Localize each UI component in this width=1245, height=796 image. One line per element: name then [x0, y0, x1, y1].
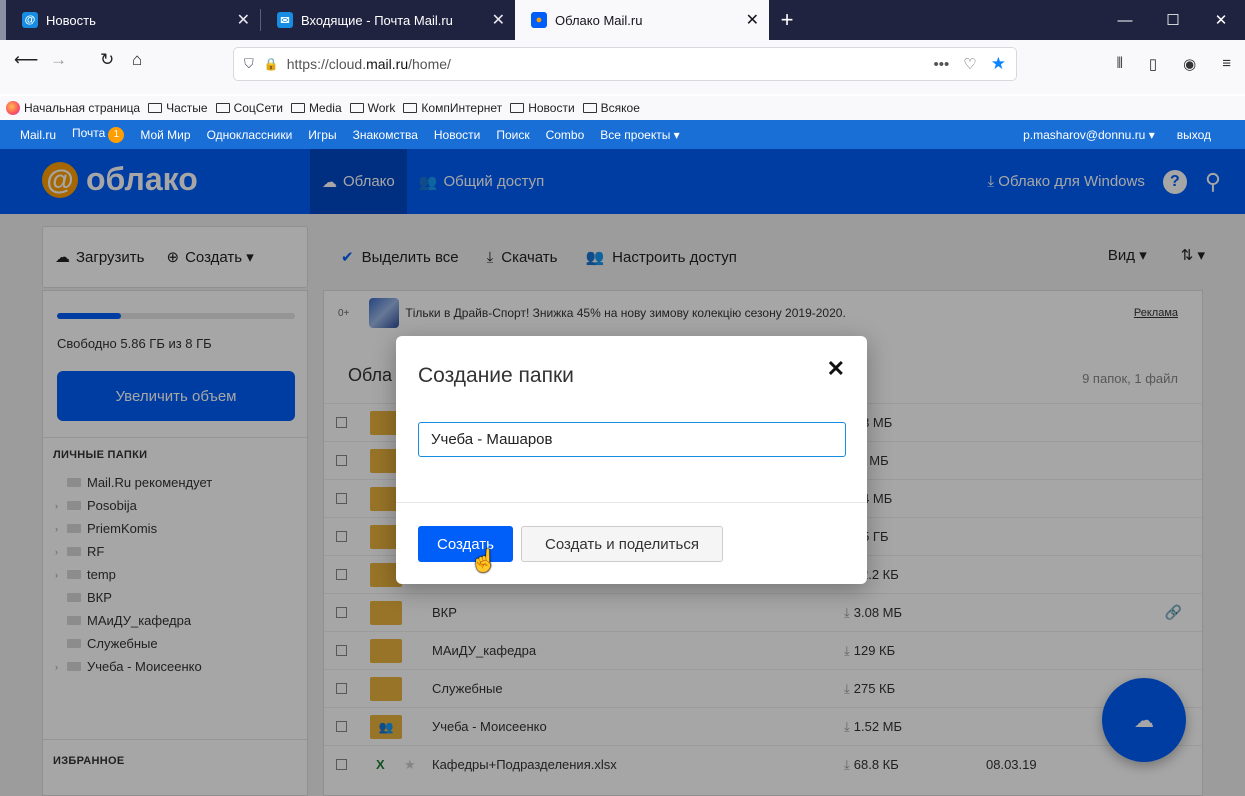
portal-link[interactable]: Мой Мир	[140, 128, 190, 142]
tab-title: Новость	[46, 12, 96, 28]
page-actions-icon[interactable]: •••	[934, 56, 950, 73]
close-icon[interactable]: ✕	[492, 10, 505, 30]
firefox-icon	[6, 101, 20, 115]
folder-icon	[582, 103, 597, 113]
portal-link[interactable]: Mail.ru	[20, 128, 56, 142]
bookmark-label: Всякое	[600, 101, 640, 115]
portal-link-label: Почта	[72, 126, 106, 141]
tab-news[interactable]: @ Новость ✕	[6, 0, 260, 40]
bookmark-label: Media	[308, 101, 342, 115]
portal-link[interactable]: Все проекты ▾	[600, 128, 679, 142]
avatar[interactable]: ◉	[1183, 55, 1196, 73]
url-prefix: https://cloud.	[286, 56, 367, 72]
portal-link[interactable]: Новости	[434, 128, 480, 142]
url-path: /home/	[408, 56, 451, 72]
bookmark-label: Начальная страница	[24, 101, 141, 115]
close-icon[interactable]: ✕	[827, 356, 845, 382]
folder-icon	[148, 103, 163, 113]
folder-icon	[290, 103, 305, 113]
shield-icon[interactable]: ⛉	[244, 56, 254, 72]
portal-link-mail[interactable]: Почта 1	[72, 126, 125, 143]
bookmark-star-icon[interactable]: ★	[991, 54, 1006, 74]
folder-icon	[349, 103, 364, 113]
mail-envelope-icon: ✉	[277, 12, 293, 28]
url-domain: mail.ru	[366, 56, 409, 72]
tab-title: Облако Mail.ru	[555, 12, 643, 28]
new-tab-button[interactable]: +	[769, 0, 805, 40]
reload-icon[interactable]: ↻	[100, 50, 114, 70]
bookmark-label: Частые	[166, 101, 208, 115]
mail-at-icon: @	[22, 12, 38, 28]
bookmark-folder[interactable]: СоцСети	[215, 101, 283, 115]
portal-link[interactable]: Поиск	[496, 128, 529, 142]
browser-nav-bar: ⟵ → ↻ ⌂ ⛉ 🔒 https://cloud.mail.ru/home/ …	[0, 40, 1245, 94]
portal-link[interactable]: Знакомства	[353, 128, 418, 142]
pocket-icon[interactable]: ♡	[963, 55, 976, 73]
sidebar-icon[interactable]: ▯	[1149, 55, 1157, 73]
user-menu[interactable]: p.masharov@donnu.ru ▾	[1023, 128, 1155, 142]
close-window-icon[interactable]: ✕	[1197, 0, 1245, 40]
hand-cursor-icon: ☝	[470, 548, 498, 573]
logout-link[interactable]: выход	[1177, 128, 1211, 142]
create-button[interactable]: Создать	[418, 526, 513, 562]
create-and-share-button[interactable]: Создать и поделиться	[521, 526, 723, 562]
portal-link[interactable]: Игры	[308, 128, 336, 142]
folder-name-input[interactable]	[418, 422, 846, 457]
portal-bar: Mail.ru Почта 1 Мой Мир Одноклассники Игр…	[0, 120, 1245, 149]
minimize-icon[interactable]: —	[1101, 0, 1149, 40]
library-icon[interactable]: ⫴	[1117, 55, 1123, 73]
portal-link[interactable]: Одноклассники	[207, 128, 293, 142]
unread-badge: 1	[108, 126, 125, 143]
bookmark-folder[interactable]: КомпИнтернет	[403, 101, 502, 115]
folder-icon	[215, 103, 230, 113]
bookmark-folder[interactable]: Media	[290, 101, 342, 115]
bookmark-label: Work	[367, 101, 396, 115]
dialog-divider	[396, 502, 867, 503]
bookmark-folder[interactable]: Work	[349, 101, 396, 115]
lock-icon[interactable]: 🔒	[264, 57, 279, 71]
bookmark-label: СоцСети	[233, 101, 283, 115]
forward-icon[interactable]: →	[50, 50, 67, 70]
menu-icon[interactable]: ≡	[1222, 55, 1231, 73]
dialog-title: Создание папки	[418, 364, 574, 387]
bookmark-label: Новости	[528, 101, 575, 115]
bookmark-folder[interactable]: Новости	[510, 101, 575, 115]
tab-title: Входящие - Почта Mail.ru	[301, 12, 453, 28]
bookmark-folder[interactable]: Частые	[148, 101, 208, 115]
bookmark-home[interactable]: Начальная страница	[6, 101, 140, 115]
bookmark-folder[interactable]: Всякое	[582, 101, 640, 115]
window-controls: — ☐ ✕	[1101, 0, 1245, 40]
bookmark-label: КомпИнтернет	[421, 101, 503, 115]
browser-tab-bar: @ Новость ✕ ✉ Входящие - Почта Mail.ru ✕…	[0, 0, 1245, 40]
url-bar[interactable]: ⛉ 🔒 https://cloud.mail.ru/home/ ••• ♡ ★	[234, 48, 1016, 80]
create-folder-dialog: Создание папки ✕ Создать Создать и подел…	[396, 336, 867, 584]
close-icon[interactable]: ✕	[237, 10, 250, 30]
portal-link[interactable]: Combo	[546, 128, 585, 142]
folder-icon	[403, 103, 418, 113]
cloud-icon: ●	[531, 12, 547, 28]
home-icon[interactable]: ⌂	[132, 50, 142, 70]
folder-icon	[510, 103, 525, 113]
back-icon[interactable]: ⟵	[14, 50, 38, 70]
bookmarks-bar: Начальная страница Частые СоцСети Media …	[0, 96, 1245, 120]
url-text[interactable]: https://cloud.mail.ru/home/	[287, 56, 934, 72]
tab-cloud[interactable]: ● Облако Mail.ru ✕	[515, 0, 769, 40]
maximize-icon[interactable]: ☐	[1149, 0, 1197, 40]
tab-mail-inbox[interactable]: ✉ Входящие - Почта Mail.ru ✕	[261, 0, 515, 40]
close-icon[interactable]: ✕	[746, 10, 759, 30]
